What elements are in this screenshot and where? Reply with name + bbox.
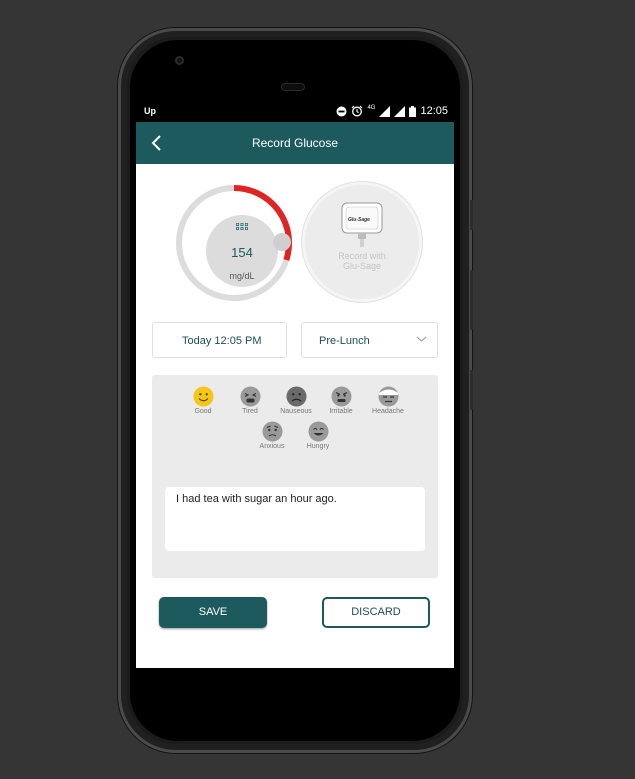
headache-face-icon [378,386,398,407]
mood-good[interactable]: Good [183,386,223,415]
front-camera [175,56,184,65]
wifi-signal-icon [394,105,406,117]
power-button [470,370,473,410]
app-badge: Up [144,106,156,116]
mood-label: Anxious [259,443,285,450]
alarm-icon [352,105,363,117]
datetime-field[interactable]: Today 12:05 PM [152,322,287,358]
smile-icon [193,386,213,407]
hungry-face-icon [308,421,328,442]
nauseous-face-icon [286,386,306,407]
glucose-reading: 154 mg/dL [206,215,278,287]
mood-panel: Good Tired Nauseous Irritable Headache A… [152,375,438,578]
chevron-down-icon [416,336,427,342]
gauge-slider-handle[interactable] [273,233,291,251]
meal-select[interactable]: Pre-Lunch [301,322,438,358]
mood-hungry[interactable]: Hungry [298,421,338,450]
device-brand-logo: Glu-Sage [348,217,370,223]
do-not-disturb-icon [336,106,347,116]
volume-button [470,270,473,330]
meal-selected-value: Pre-Lunch [319,335,370,347]
mood-irritable[interactable]: Irritable [321,386,361,415]
discard-button[interactable]: DISCARD [322,597,430,628]
page-title: Record Glucose [251,136,339,150]
device-label-line1: Record with [338,251,386,261]
mood-label: Good [194,408,212,415]
record-with-device-button[interactable]: Glu-Sage Record with Glu-Sage [302,182,422,302]
device-label-line2: Glu-Sage [342,261,382,271]
datetime-value: Today 12:05 PM [182,335,262,347]
volume-button [470,200,473,230]
network-type-label: 4G [367,105,376,111]
battery-icon [409,105,417,117]
glucose-unit: mg/dL [229,271,255,281]
status-time: 12:05 [420,105,448,117]
mood-nauseous[interactable]: Nauseous [276,386,316,415]
mood-headache[interactable]: Headache [368,386,408,415]
device-label: Record with Glu-Sage [305,251,419,271]
save-button[interactable]: SAVE [159,597,267,628]
mood-label: Nauseous [280,408,312,415]
mobile-signal-icon [379,105,391,117]
mood-label: Tired [242,408,258,415]
irritable-face-icon [331,386,351,407]
app-screen: Up 4G 12:05 Record Glucose 154 mg/dL Glu… [136,102,454,668]
glucometer-icon [236,223,248,231]
anxious-face-icon [262,421,282,442]
mood-label: Headache [372,408,404,415]
earpiece-speaker [281,83,305,91]
glucometer-device-icon [341,202,383,247]
glucose-value: 154 [231,245,253,260]
note-textarea[interactable]: I had tea with sugar an hour ago. [165,487,425,551]
mood-label: Hungry [306,443,330,450]
mood-tired[interactable]: Tired [230,386,270,415]
app-bar: Record Glucose [136,122,454,164]
tired-face-icon [240,386,260,407]
mood-anxious[interactable]: Anxious [252,421,292,450]
mood-label: Irritable [329,408,353,415]
status-bar: Up 4G 12:05 [136,102,454,122]
